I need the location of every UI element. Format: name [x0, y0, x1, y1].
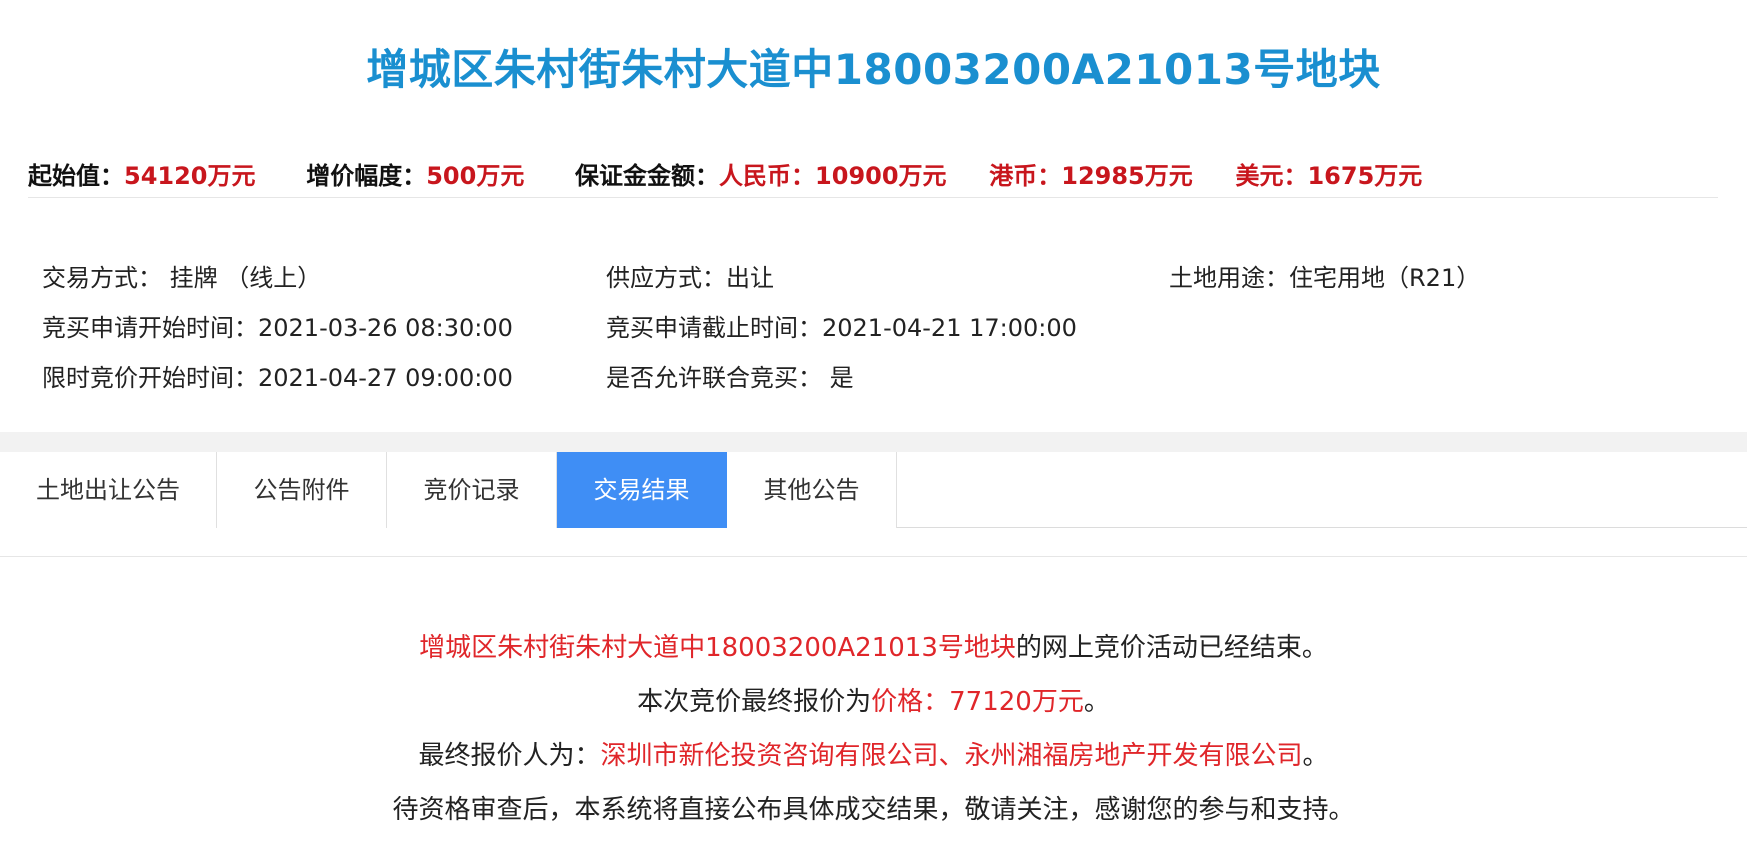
price-summary-bar: 起始值：54120万元 增价幅度：500万元 保证金金额：人民币：10900万元… — [28, 156, 1718, 198]
section-divider — [0, 432, 1747, 452]
tab-bar: 土地出让公告 公告附件 竞价记录 交易结果 其他公告 — [0, 452, 1747, 528]
info-row: 竞买申请开始时间：2021-03-26 08:30:00 竞买申请截止时间：20… — [42, 308, 1702, 358]
deposit-rmb-value: 人民币：10900万元 — [719, 162, 947, 190]
increment-label: 增价幅度： — [306, 162, 427, 190]
bid-start-time: 限时竞价开始时间：2021-04-27 09:00:00 — [42, 364, 513, 392]
result-line-bidders: 最终报价人为：深圳市新伦投资咨询有限公司、永州湘福房地产开发有限公司。 — [0, 735, 1747, 772]
joint-bid-allowed: 是否允许联合竞买： 是 — [606, 364, 854, 392]
result-final-price: 价格：77120万元 — [871, 687, 1084, 717]
deposit-label: 保证金金额： — [575, 162, 720, 190]
supply-method: 供应方式：出让 — [606, 264, 774, 292]
tab-trade-result[interactable]: 交易结果 — [557, 452, 727, 528]
trade-result-panel: 增城区朱村街朱村大道中18003200A21013号地块的网上竞价活动已经结束。… — [0, 556, 1747, 842]
apply-start-time: 竞买申请开始时间：2021-03-26 08:30:00 — [42, 314, 513, 342]
tab-bid-records[interactable]: 竞价记录 — [387, 452, 557, 528]
info-row: 限时竞价开始时间：2021-04-27 09:00:00 是否允许联合竞买： 是 — [42, 358, 1702, 408]
tab-notice-attachments[interactable]: 公告附件 — [217, 452, 387, 528]
land-use: 土地用途：住宅用地（R21） — [1169, 264, 1481, 292]
page-title: 增城区朱村街朱村大道中18003200A21013号地块 — [366, 45, 1381, 94]
result-bidder-prefix: 最终报价人为： — [418, 741, 601, 771]
result-line-ended: 增城区朱村街朱村大道中18003200A21013号地块的网上竞价活动已经结束。 — [0, 627, 1747, 664]
result-ended-text: 的网上竞价活动已经结束。 — [1015, 633, 1328, 663]
tab-other-notices[interactable]: 其他公告 — [727, 452, 897, 528]
result-line-notice: 待资格审查后，本系统将直接公布具体成交结果，敬请关注，感谢您的参与和支持。 — [392, 795, 1355, 825]
result-parcel-name: 增城区朱村街朱村大道中18003200A21013号地块 — [419, 633, 1016, 663]
apply-end-time: 竞买申请截止时间：2021-04-21 17:00:00 — [606, 314, 1077, 342]
result-final-bidders: 深圳市新伦投资咨询有限公司、永州湘福房地产开发有限公司 — [600, 741, 1303, 771]
start-value: 54120万元 — [124, 162, 256, 190]
tab-land-notice[interactable]: 土地出让公告 — [0, 452, 217, 528]
result-price-prefix: 本次竞价最终报价为 — [637, 687, 872, 717]
start-value-label: 起始值： — [28, 162, 124, 190]
trade-method: 交易方式： 挂牌 （线上） — [42, 264, 322, 292]
increment-value: 500万元 — [426, 162, 525, 190]
info-row: 交易方式： 挂牌 （线上） 供应方式：出让 土地用途：住宅用地（R21） — [42, 258, 1702, 308]
deposit-usd-value: 美元：1675万元 — [1235, 162, 1423, 190]
result-bidder-suffix: 。 — [1302, 741, 1329, 771]
result-line-price: 本次竞价最终报价为价格：77120万元。 — [0, 681, 1747, 718]
result-price-suffix: 。 — [1083, 687, 1110, 717]
deposit-hkd-value: 港币：12985万元 — [989, 162, 1193, 190]
parcel-info-grid: 交易方式： 挂牌 （线上） 供应方式：出让 土地用途：住宅用地（R21） 竞买申… — [42, 258, 1702, 408]
